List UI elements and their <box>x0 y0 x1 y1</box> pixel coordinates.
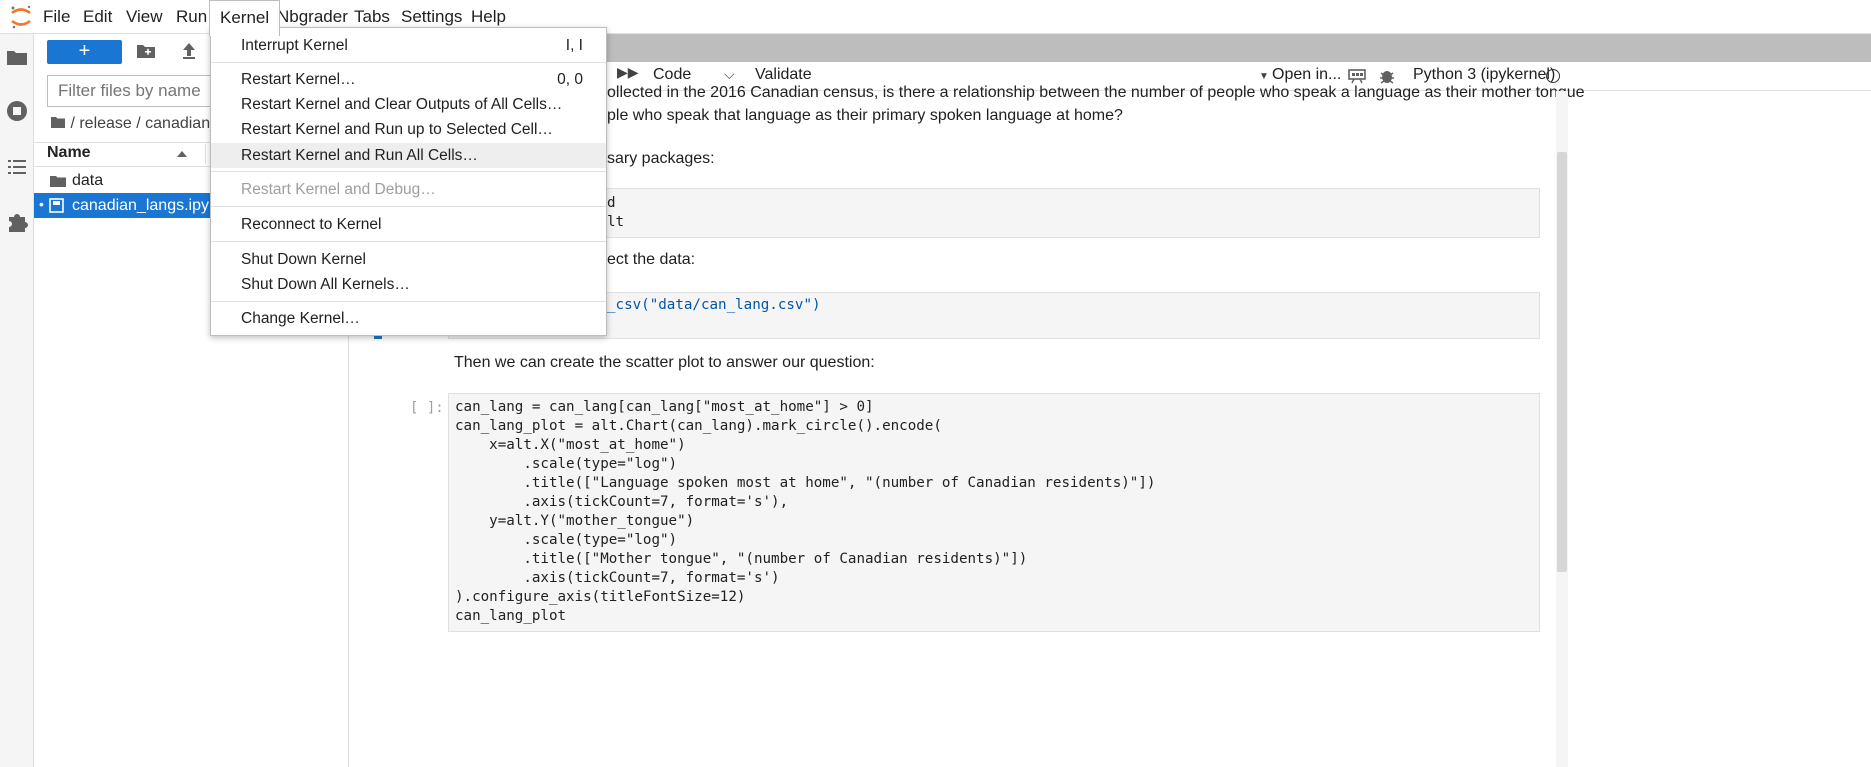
menu-item-label: Restart Kernel and Run up to Selected Ce… <box>241 121 553 138</box>
file-name: data <box>72 172 104 189</box>
code-line: .title(["Language spoken most at home", … <box>455 475 1156 491</box>
menu-item-label: Restart Kernel and Clear Outputs of All … <box>241 96 563 113</box>
new-launcher-button[interactable]: + <box>47 40 122 64</box>
code-line: can_lang = can_lang[can_lang["most_at_ho… <box>455 399 874 415</box>
menu-item-label: Restart Kernel and Debug… <box>241 181 436 198</box>
open-in-button[interactable]: Open in... <box>1272 66 1341 84</box>
breadcrumb: / release / canadian_la <box>50 113 231 135</box>
menu-item-label: Reconnect to Kernel <box>241 216 382 233</box>
code-line: lt <box>607 214 625 230</box>
menu-item-label: Restart Kernel… <box>241 71 356 88</box>
code-line: d <box>607 195 616 211</box>
menu-item-restart-kernel[interactable]: Restart Kernel… 0, 0 <box>211 67 606 92</box>
menu-item-change-kernel[interactable]: Change Kernel… <box>211 306 606 331</box>
menu-separator <box>211 206 606 207</box>
kernel-name[interactable]: Python 3 (ipykernel) <box>1413 66 1555 84</box>
scrollbar-thumb[interactable] <box>1557 152 1567 572</box>
running-dot-icon: • <box>39 196 44 212</box>
menu-item-label: Change Kernel… <box>241 310 360 327</box>
menu-item-interrupt-kernel[interactable]: Interrupt Kernel I, I <box>211 33 606 58</box>
menu-item-reconnect-kernel[interactable]: Reconnect to Kernel <box>211 212 606 237</box>
menu-item-restart-clear-outputs[interactable]: Restart Kernel and Clear Outputs of All … <box>211 92 606 117</box>
markdown-text: ect the data: <box>607 251 696 268</box>
run-all-icon[interactable]: ▶▶ <box>617 64 639 81</box>
left-activity-bar <box>0 34 34 767</box>
cell-type-select[interactable]: Code <box>653 66 691 84</box>
file-name: canadian_langs.ipynb <box>72 197 227 214</box>
code-line: can_lang_plot <box>455 608 567 624</box>
code-line: .axis(tickCount=7, format='s'), <box>455 494 789 510</box>
name-column-header[interactable]: Name <box>47 144 91 162</box>
code-line: y=alt.Y("mother_tongue") <box>455 513 695 529</box>
file-filter-input[interactable]: Filter files by name <box>47 75 217 107</box>
menu-view[interactable]: View <box>116 0 173 34</box>
code-line: .scale(type="log") <box>455 532 678 548</box>
markdown-text: ollected in the 2016 Canadian census, is… <box>607 84 1585 101</box>
chevron-down-icon[interactable]: ⌵ <box>724 66 735 83</box>
kernel-status-idle-icon <box>1546 69 1560 83</box>
menu-item-label: Shut Down All Kernels… <box>241 276 410 293</box>
code-line: ).configure_axis(titleFontSize=12) <box>455 589 746 605</box>
code-line: .scale(type="log") <box>455 456 678 472</box>
markdown-text: ple who speak that language as their pri… <box>607 107 1123 124</box>
execution-prompt: [ ]: <box>410 400 444 416</box>
jupyter-logo-icon[interactable] <box>8 4 34 30</box>
new-folder-icon[interactable] <box>136 42 156 60</box>
menu-item-label: Interrupt Kernel <box>241 37 348 54</box>
code-line: x=alt.X("most_at_home") <box>455 437 686 453</box>
menu-item-restart-run-to-selected[interactable]: Restart Kernel and Run up to Selected Ce… <box>211 117 606 142</box>
presentation-icon[interactable] <box>1348 68 1366 84</box>
code-line: .axis(tickCount=7, format='s') <box>455 570 780 586</box>
column-divider <box>205 144 206 164</box>
running-stop-icon[interactable] <box>4 98 30 124</box>
code-line: _csv("data/can_lang.csv") <box>607 296 821 315</box>
menu-edit[interactable]: Edit <box>73 0 122 34</box>
validate-button[interactable]: Validate <box>755 66 812 84</box>
folder-icon[interactable] <box>4 44 30 70</box>
menu-item-shut-down-all-kernels[interactable]: Shut Down All Kernels… <box>211 272 606 297</box>
table-of-contents-icon[interactable] <box>4 154 30 180</box>
menu-separator <box>211 241 606 242</box>
menu-item-shortcut: I, I <box>565 37 583 54</box>
menu-item-label: Shut Down Kernel <box>241 251 366 268</box>
notebook-icon <box>49 198 64 213</box>
code-line: .title(["Mother tongue", "(number of Can… <box>455 551 1028 567</box>
menu-kernel[interactable]: Kernel <box>209 0 281 36</box>
extensions-puzzle-icon[interactable] <box>4 209 30 235</box>
menu-separator <box>211 171 606 172</box>
code-text: _csv("data/can_lang.csv") <box>607 297 821 313</box>
kernel-dropdown-menu: Interrupt Kernel I, I Restart Kernel… 0,… <box>210 27 607 336</box>
menu-separator <box>211 62 606 63</box>
markdown-text: Then we can create the scatter plot to a… <box>454 354 875 371</box>
sort-ascending-icon[interactable] <box>176 150 188 158</box>
menu-item-shut-down-kernel[interactable]: Shut Down Kernel <box>211 247 606 272</box>
menu-item-restart-debug: Restart Kernel and Debug… <box>211 177 606 202</box>
folder-icon <box>50 176 66 187</box>
menu-separator <box>211 301 606 302</box>
breadcrumb-path[interactable]: / release / canadian_la <box>70 115 231 132</box>
code-block: can_lang = can_lang[can_lang["most_at_ho… <box>455 398 1155 626</box>
menu-item-shortcut: 0, 0 <box>557 71 583 88</box>
debugger-bug-icon[interactable] <box>1379 67 1395 85</box>
code-line: can_lang_plot = alt.Chart(can_lang).mark… <box>455 418 942 434</box>
menu-item-label: Restart Kernel and Run All Cells… <box>241 147 478 164</box>
upload-icon[interactable] <box>180 41 198 61</box>
home-folder-icon[interactable] <box>50 115 66 129</box>
menu-item-restart-run-all[interactable]: Restart Kernel and Run All Cells… <box>211 143 606 168</box>
markdown-text: sary packages: <box>607 150 715 167</box>
caret-down-icon: ▼ <box>1259 71 1269 82</box>
